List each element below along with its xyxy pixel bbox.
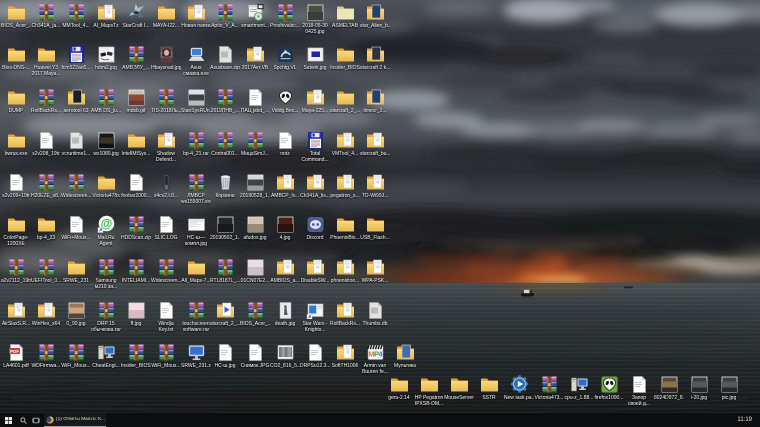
- svg-text:PDF: PDF: [10, 349, 19, 354]
